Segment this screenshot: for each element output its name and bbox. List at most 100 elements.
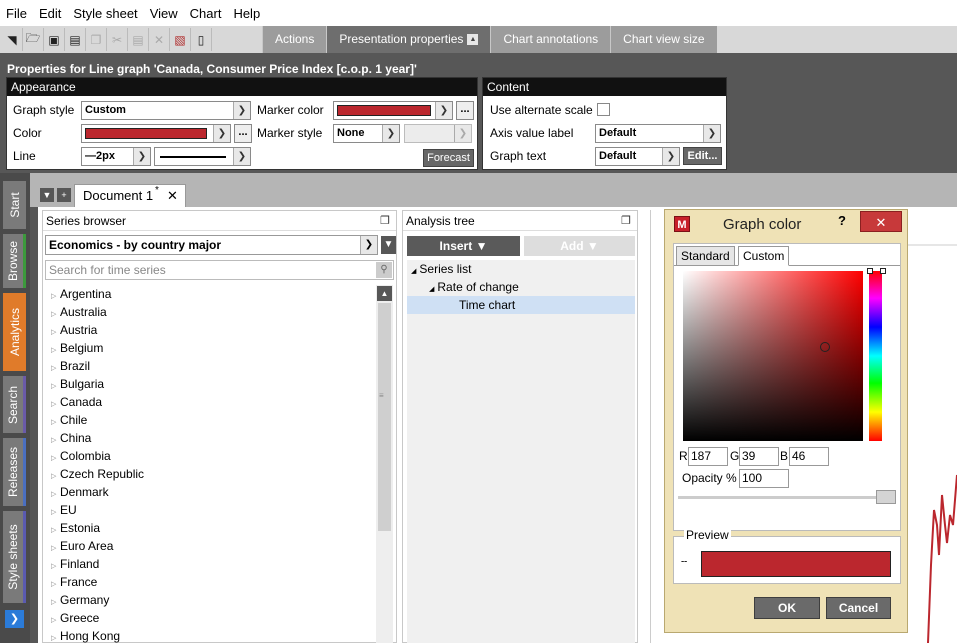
tab-list-icon[interactable]: ▼	[40, 188, 54, 202]
r-input[interactable]: 187	[688, 447, 728, 466]
b-input[interactable]: 46	[789, 447, 829, 466]
list-item[interactable]: ▷ Czech Republic	[45, 465, 377, 483]
scrollbar[interactable]: ▲ ≡	[376, 285, 393, 643]
list-item[interactable]: ▷ Hong Kong	[45, 627, 377, 643]
help-icon[interactable]: ?	[838, 213, 846, 228]
scroll-thumb[interactable]	[378, 303, 391, 531]
hue-marker[interactable]	[867, 268, 873, 274]
list-item[interactable]: ▷ Euro Area	[45, 537, 377, 555]
tree-node-time-chart[interactable]: Time chart	[459, 296, 515, 314]
collapse-icon[interactable]: ▲	[467, 34, 479, 46]
close-icon[interactable]: ✕	[167, 185, 178, 207]
cancel-button[interactable]: Cancel	[826, 597, 891, 619]
g-input[interactable]: 39	[739, 447, 779, 466]
marker-color-combo[interactable]: ❯	[333, 101, 453, 120]
expand-icon[interactable]: ❯	[5, 610, 24, 628]
marker-style-combo[interactable]: None ❯	[333, 124, 400, 143]
delete-icon[interactable]: ✕	[149, 28, 170, 51]
open-folder-icon[interactable]: 🗁	[23, 28, 44, 51]
chart-line-fragment	[906, 244, 957, 643]
menu-style-sheet[interactable]: Style sheet	[67, 6, 143, 21]
database-combo[interactable]: Economics - by country major ❯	[45, 235, 378, 255]
sidetab-browse[interactable]: Browse	[3, 234, 26, 288]
filter-icon[interactable]: ▼	[381, 236, 396, 254]
menu-view[interactable]: View	[144, 6, 184, 21]
marker-color-more-button[interactable]: ...	[456, 101, 474, 120]
list-item[interactable]: ▷ EU	[45, 501, 377, 519]
list-item[interactable]: ▷ Estonia	[45, 519, 377, 537]
tab-presentation-properties[interactable]: Presentation properties ▲	[326, 26, 491, 53]
list-item[interactable]: ▷ France	[45, 573, 377, 591]
expanded-icon: ◢	[429, 286, 435, 293]
line-width-combo[interactable]: —2px ❯	[81, 147, 151, 166]
dialog-titlebar[interactable]: M Graph color ? ✕	[665, 210, 907, 238]
tree-node-series-list[interactable]: ◢ Series list	[411, 260, 471, 278]
insert-button[interactable]: Insert ▼	[407, 236, 520, 256]
pin-icon[interactable]: ❐	[380, 211, 390, 231]
opacity-slider-thumb[interactable]	[876, 490, 896, 504]
ok-button[interactable]: OK	[754, 597, 820, 619]
axis-value-combo[interactable]: Default ❯	[595, 124, 721, 143]
color-more-button[interactable]: ...	[234, 124, 252, 143]
list-item-label: Hong Kong	[60, 629, 121, 643]
tab-chart-view-size[interactable]: Chart view size	[610, 26, 717, 53]
tab-standard[interactable]: Standard	[676, 246, 735, 266]
list-item[interactable]: ▷ Argentina	[45, 285, 377, 303]
list-item[interactable]: ▷ Belgium	[45, 339, 377, 357]
document-tab[interactable]: Document 1 * ✕	[74, 184, 186, 207]
sidetab-style-sheets[interactable]: Style sheets	[3, 511, 26, 603]
tab-custom[interactable]: Custom	[738, 246, 790, 266]
tree-node-rate-of-change[interactable]: ◢ Rate of change	[429, 278, 519, 296]
opacity-slider-track[interactable]	[678, 496, 896, 499]
graph-text-combo[interactable]: Default ❯	[595, 147, 680, 166]
scroll-up-icon[interactable]: ▲	[377, 286, 392, 301]
close-icon[interactable]: ✕	[860, 211, 902, 232]
hue-slider[interactable]	[869, 271, 882, 441]
new-tab-icon[interactable]: +	[57, 188, 71, 202]
list-item[interactable]: ▷ China	[45, 429, 377, 447]
collapsed-icon[interactable]: ▷	[51, 630, 60, 643]
picker-cursor[interactable]	[820, 342, 830, 352]
list-item[interactable]: ▷ Denmark	[45, 483, 377, 501]
saturation-value-picker[interactable]	[683, 271, 863, 441]
color-combo[interactable]: ❯	[81, 124, 231, 143]
hue-marker[interactable]	[880, 268, 886, 274]
edit-button[interactable]: Edit...	[683, 147, 722, 165]
sidetab-analytics[interactable]: Analytics	[3, 293, 26, 371]
save-icon[interactable]: ▣	[44, 28, 65, 51]
menu-file[interactable]: File	[0, 6, 33, 21]
copy-icon[interactable]: ❐	[86, 28, 107, 51]
pin-icon[interactable]: ❐	[621, 211, 631, 231]
print-icon[interactable]: ▤	[65, 28, 86, 51]
list-item[interactable]: ▷ Austria	[45, 321, 377, 339]
list-item[interactable]: ▷ Brazil	[45, 357, 377, 375]
list-item[interactable]: ▷ Bulgaria	[45, 375, 377, 393]
search-icon[interactable]: ⚲	[376, 262, 392, 278]
list-item[interactable]: ▷ Australia	[45, 303, 377, 321]
list-item[interactable]: ▷ Finland	[45, 555, 377, 573]
sidetab-releases[interactable]: Releases	[3, 438, 26, 506]
menu-help[interactable]: Help	[227, 6, 266, 21]
tab-chart-annotations[interactable]: Chart annotations	[490, 26, 611, 53]
sidetab-start[interactable]: Start	[3, 181, 26, 229]
chart-series-icon[interactable]: ▧	[170, 28, 191, 51]
forecast-button[interactable]: Forecast	[423, 149, 474, 167]
sidetab-search[interactable]: Search	[3, 376, 26, 433]
menu-edit[interactable]: Edit	[33, 6, 67, 21]
document-icon[interactable]: ▯	[191, 28, 212, 51]
list-item[interactable]: ▷ Germany	[45, 591, 377, 609]
list-item[interactable]: ▷ Colombia	[45, 447, 377, 465]
cut-icon[interactable]: ✂	[107, 28, 128, 51]
opacity-input[interactable]: 100	[739, 469, 789, 488]
list-item[interactable]: ▷ Chile	[45, 411, 377, 429]
search-input[interactable]: Search for time series ⚲	[45, 260, 394, 280]
paste-icon[interactable]: ▤	[128, 28, 149, 51]
list-item[interactable]: ▷ Canada	[45, 393, 377, 411]
alt-scale-checkbox[interactable]	[597, 103, 610, 116]
menu-chart[interactable]: Chart	[184, 6, 228, 21]
new-doc-icon[interactable]: ◥	[2, 28, 23, 51]
line-style-combo[interactable]: ❯	[154, 147, 251, 166]
list-item[interactable]: ▷ Greece	[45, 609, 377, 627]
tab-actions[interactable]: Actions	[262, 26, 327, 53]
graph-style-combo[interactable]: Custom ❯	[81, 101, 251, 120]
